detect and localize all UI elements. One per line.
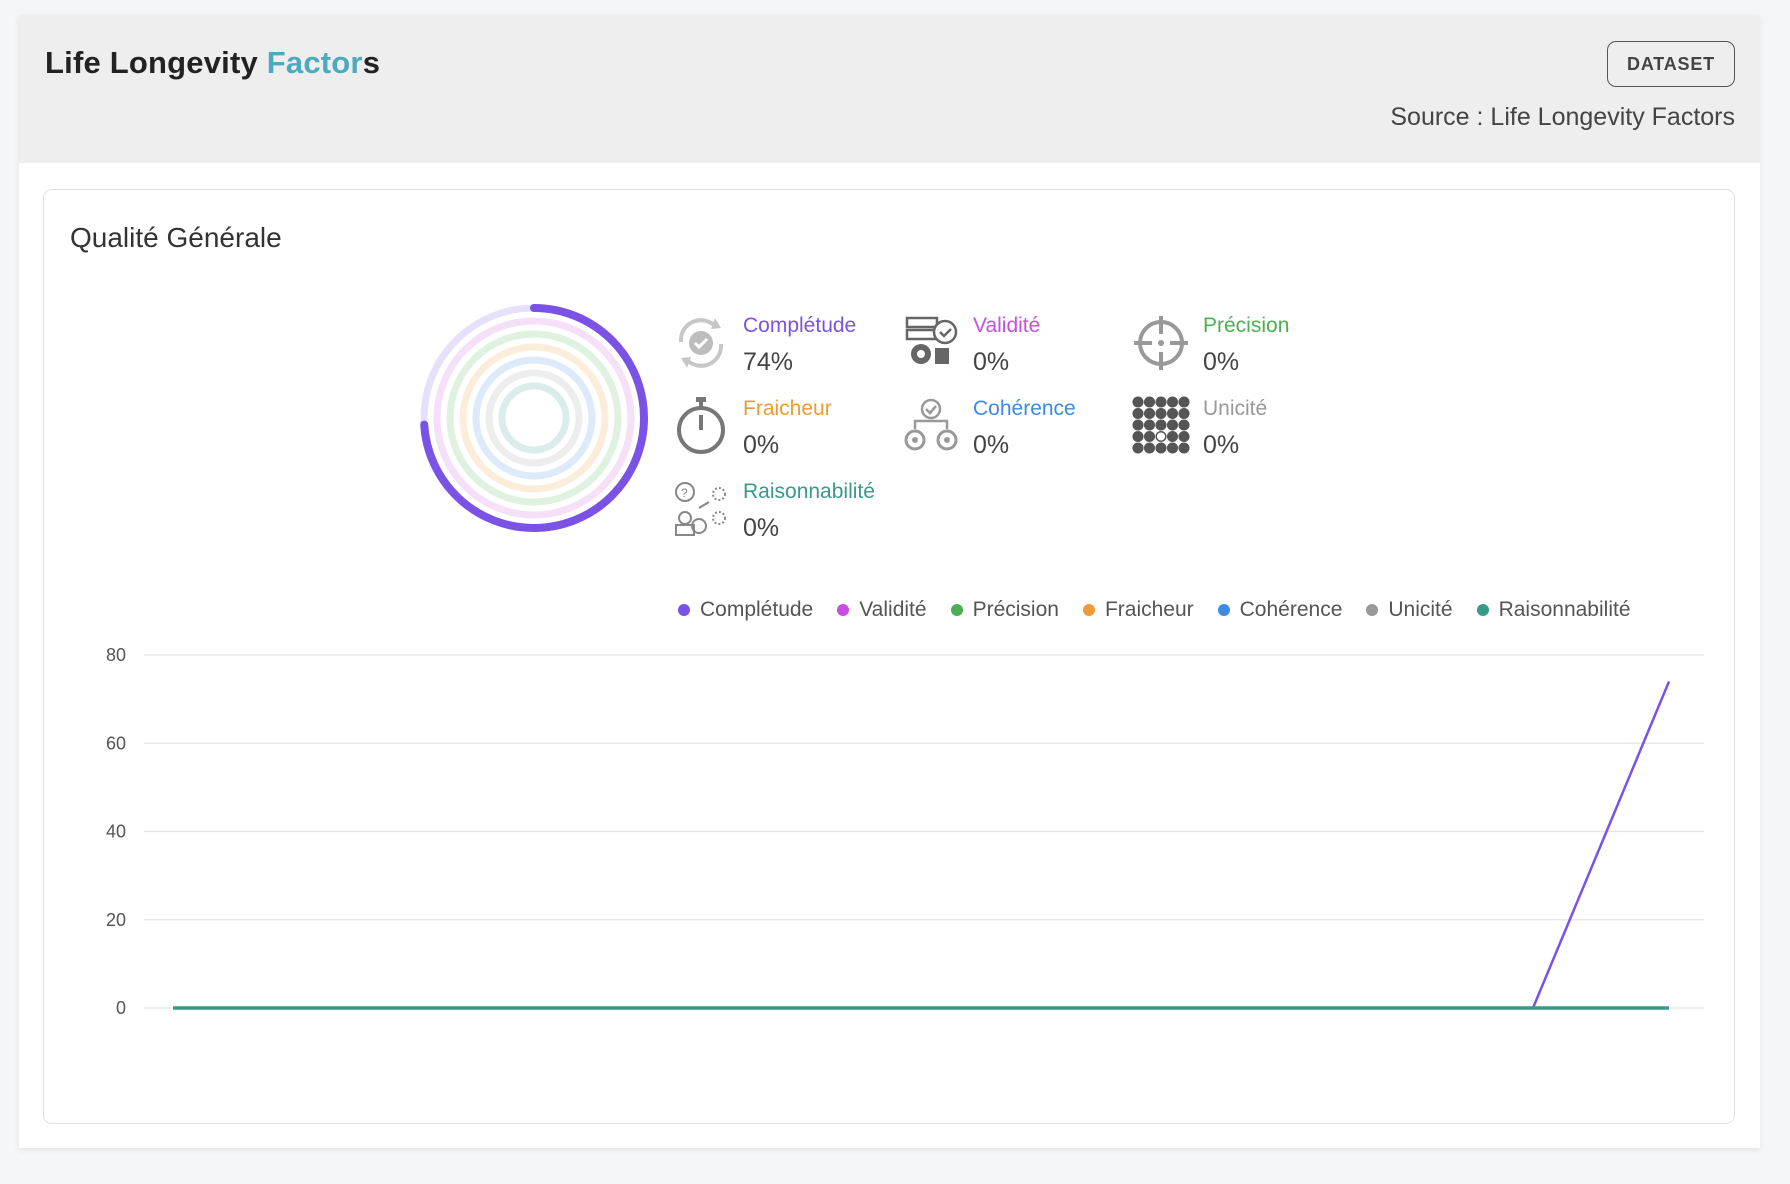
legend-item[interactable]: Unicité	[1366, 598, 1453, 622]
dot	[1132, 407, 1144, 420]
page-title: Life Longevity Factors	[45, 45, 380, 81]
stopwatch-icon	[677, 397, 725, 454]
gears-check-icon	[904, 398, 958, 451]
legend-label: Cohérence	[1239, 598, 1343, 621]
dot	[1166, 442, 1179, 454]
dot	[1143, 442, 1156, 454]
dot	[1143, 396, 1156, 408]
dot	[1155, 419, 1167, 431]
legend-dot	[1476, 604, 1489, 616]
dot	[1155, 396, 1167, 408]
legend-dot	[950, 604, 963, 616]
legend-dot	[837, 604, 850, 616]
refresh-check-icon	[678, 318, 724, 368]
y-tick-label: 0	[116, 998, 126, 1018]
legend-label: Validité	[859, 598, 927, 621]
metric-unicite: Unicité 0%	[1131, 395, 1361, 470]
crosshair-icon	[1134, 316, 1188, 370]
quality-panel: Qualité Générale Complétude 74% Validité…	[43, 189, 1735, 1124]
dot	[1155, 407, 1167, 420]
dataset-button[interactable]: DATASET	[1607, 41, 1735, 87]
y-tick-label: 20	[106, 910, 126, 930]
legend-dot	[1217, 604, 1230, 616]
reasoning-icon: ?	[675, 482, 726, 536]
legend-item[interactable]: Validité	[837, 598, 927, 622]
legend-label: Complétude	[700, 598, 814, 621]
metric-value: 0%	[1203, 348, 1240, 376]
legend-label: Précision	[972, 598, 1059, 621]
metric-coherence: Cohérence 0%	[901, 395, 1131, 470]
svg-text:?: ?	[681, 486, 688, 500]
legend-dot	[1082, 604, 1095, 616]
legend-item[interactable]: Fraicheur	[1082, 598, 1194, 622]
title-end: s	[362, 45, 381, 80]
chart-legend: Complétude Validité Précision Fraicheur Cohé…	[678, 598, 1631, 622]
legend-item[interactable]: Complétude	[678, 598, 813, 622]
section-title: Qualité Générale	[70, 222, 282, 253]
legend-label: Raisonnabilité	[1498, 598, 1631, 621]
metric-label: Cohérence	[973, 397, 1076, 420]
metric-label: Unicité	[1203, 397, 1268, 420]
metric-raisonnabilite: ? Raisonnabilité 0%	[671, 478, 901, 553]
dot-grid-icon	[1132, 396, 1190, 454]
title-main: Life Longevity	[45, 45, 267, 80]
metric-label: Complétude	[743, 314, 857, 337]
metric-value: 0%	[743, 514, 780, 542]
card-header: Life Longevity Factors DATASET Source : …	[19, 15, 1760, 163]
ring-track-4	[472, 356, 596, 480]
legend-dot	[678, 604, 690, 616]
legend-item[interactable]: Raisonnabilité	[1476, 598, 1631, 622]
metric-completude: Complétude 74%	[671, 312, 901, 387]
dot	[1155, 430, 1167, 443]
metric-value: 0%	[1203, 431, 1240, 459]
metric-fraicheur: Fraicheur 0%	[671, 395, 901, 470]
series-line-Complétude	[173, 680, 1671, 1010]
quality-radial-chart	[420, 304, 648, 532]
dot	[1178, 442, 1190, 454]
dot	[1166, 407, 1179, 420]
y-tick-label: 40	[106, 822, 126, 842]
dot	[1132, 419, 1144, 431]
metric-value: 74%	[743, 348, 794, 376]
metric-label: Raisonnabilité	[743, 480, 875, 503]
dot	[1143, 419, 1156, 431]
metric-precision: Précision 0%	[1131, 312, 1361, 387]
dot	[1155, 442, 1167, 454]
dot	[1166, 430, 1179, 443]
quality-line-chart: 020406080Jan 2023Mar 2023May 2023Jul 202…	[106, 645, 1704, 1018]
source-text: Source : Life Longevity Factors	[1390, 103, 1735, 131]
dot	[1178, 407, 1190, 420]
dot	[1132, 442, 1144, 454]
legend-item[interactable]: Cohérence	[1217, 598, 1343, 622]
metric-value: 0%	[743, 431, 780, 459]
dot	[1143, 407, 1156, 420]
metric-label: Précision	[1203, 314, 1290, 337]
ring-track-6	[498, 382, 570, 454]
dot	[1178, 419, 1190, 431]
legend-dot	[1366, 604, 1379, 616]
y-tick-label: 80	[106, 645, 126, 665]
metric-validite: Validité 0%	[901, 312, 1131, 387]
dot	[1178, 396, 1190, 408]
dataset-card: Life Longevity Factors DATASET Source : …	[19, 15, 1760, 1148]
dot	[1166, 419, 1179, 431]
metric-label: Validité	[973, 314, 1041, 337]
dot	[1143, 430, 1156, 443]
legend-item[interactable]: Précision	[950, 598, 1059, 622]
dot	[1132, 430, 1144, 443]
metric-value: 0%	[973, 348, 1010, 376]
title-accent: Factor	[266, 45, 363, 80]
ring-track-3	[459, 343, 609, 493]
dot	[1166, 396, 1179, 408]
metric-label: Fraicheur	[743, 397, 832, 420]
y-tick-label: 60	[106, 733, 126, 753]
dot	[1178, 430, 1190, 443]
legend-label: Unicité	[1388, 598, 1453, 621]
legend-label: Fraicheur	[1104, 598, 1194, 621]
metric-value: 0%	[973, 431, 1010, 459]
server-gear-check-icon	[905, 316, 958, 364]
dot	[1132, 396, 1144, 408]
